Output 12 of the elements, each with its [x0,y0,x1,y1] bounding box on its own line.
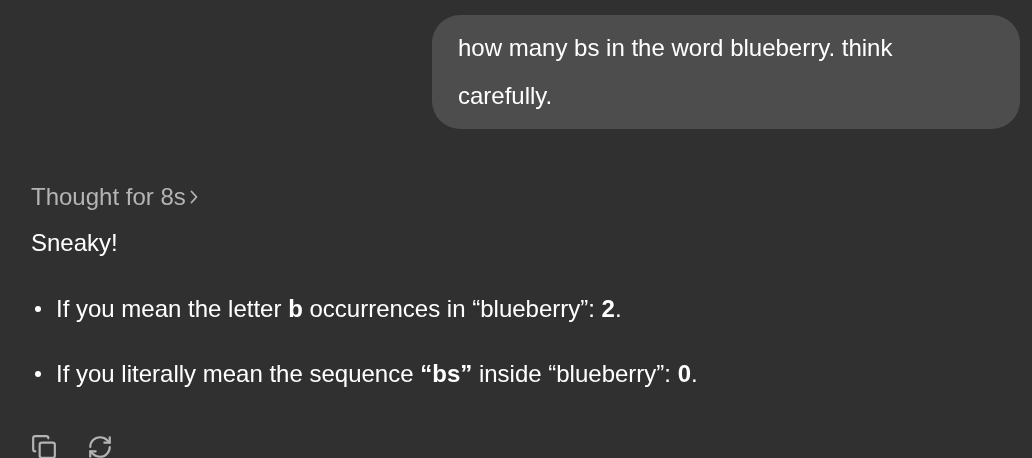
bullet-icon [35,306,41,312]
user-message-text: how many bs in the word blueberry. think carefully. [458,33,894,111]
copy-button[interactable] [31,434,57,458]
bullet-text: If you mean the letter b occurrences in “blueberry”: 2. [56,294,622,324]
refresh-icon [87,434,113,458]
copy-icon [31,434,57,458]
assistant-text: Sneaky! [31,228,119,258]
regenerate-button[interactable] [87,434,113,458]
bullet-icon [35,371,41,377]
bullet-text: If you literally mean the sequence “bs” inside “blueberry”: 0. [56,359,698,389]
chevron-icon [189,190,198,204]
thought-toggle[interactable]: Thought for 8s [31,181,198,213]
